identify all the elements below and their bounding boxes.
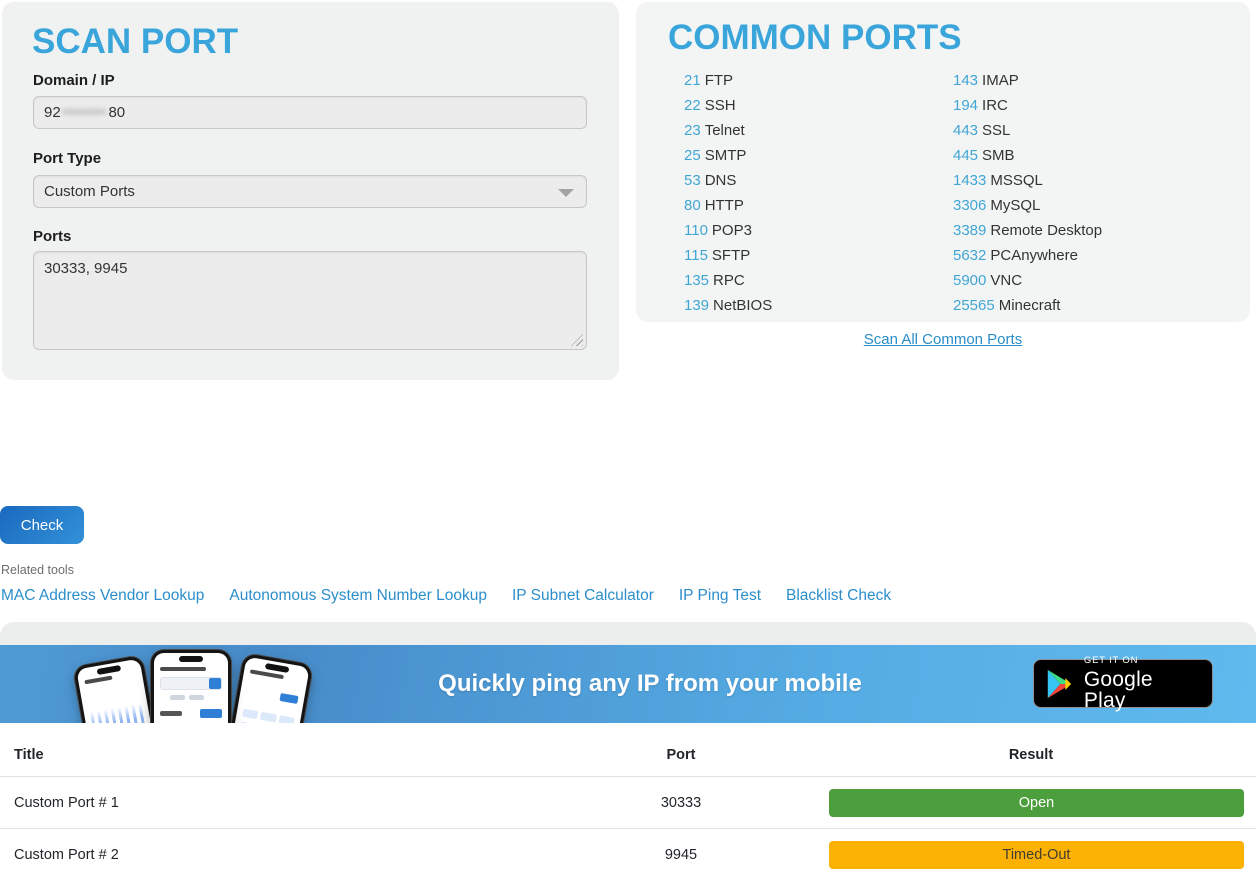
common-ports-column-2: 143IMAP 194IRC 443SSL 445SMB 1433MSSQL 3…	[953, 68, 1102, 318]
port-link-http[interactable]: 80HTTP	[684, 193, 772, 218]
banner-headline: Quickly ping any IP from your mobile	[438, 670, 862, 698]
header-port: Port	[556, 747, 806, 763]
port-link-pcanywhere[interactable]: 5632PCAnywhere	[953, 243, 1102, 268]
port-link-sftp[interactable]: 115SFTP	[684, 243, 772, 268]
phone-center-image	[151, 650, 231, 723]
row-title: Custom Port # 2	[0, 847, 556, 863]
related-tools-links: MAC Address Vendor Lookup Autonomous Sys…	[1, 587, 891, 605]
domain-ip-label: Domain / IP	[33, 72, 115, 89]
status-badge-open: Open	[829, 789, 1244, 817]
ports-textarea[interactable]: 30333, 9945	[33, 251, 587, 350]
results-header-row: Title Port Result	[0, 737, 1256, 777]
row-port: 30333	[556, 795, 806, 811]
google-play-badge[interactable]: GET IT ON Google Play	[1033, 659, 1213, 708]
ports-label: Ports	[33, 228, 71, 245]
header-result: Result	[806, 747, 1256, 763]
google-play-text: Google Play	[1084, 669, 1200, 711]
port-link-pop3[interactable]: 110POP3	[684, 218, 772, 243]
table-row: Custom Port # 2 9945 Timed-Out	[0, 829, 1256, 875]
port-link-minecraft[interactable]: 25565Minecraft	[953, 293, 1102, 318]
domain-ip-value-suffix: 80	[108, 104, 125, 121]
port-scan-page: SCAN PORT Domain / IP 92•••••••80 Port T…	[0, 0, 1256, 875]
port-link-smb[interactable]: 445SMB	[953, 143, 1102, 168]
phones-mockup-image	[85, 650, 305, 723]
resize-handle-icon[interactable]	[571, 334, 583, 346]
scan-all-common-ports-link[interactable]: Scan All Common Ports	[864, 331, 1022, 348]
port-link-irc[interactable]: 194IRC	[953, 93, 1102, 118]
scan-port-panel: SCAN PORT Domain / IP 92•••••••80 Port T…	[2, 2, 619, 380]
link-ip-ping-test[interactable]: IP Ping Test	[679, 587, 761, 605]
port-type-select[interactable]: Custom Ports	[33, 175, 587, 208]
domain-ip-value-prefix: 92	[44, 104, 61, 121]
mobile-app-banner: Quickly ping any IP from your mobile GET…	[0, 645, 1256, 723]
port-link-ftp[interactable]: 21FTP	[684, 68, 772, 93]
port-link-rpc[interactable]: 135RPC	[684, 268, 772, 293]
port-link-remote-desktop[interactable]: 3389Remote Desktop	[953, 218, 1102, 243]
port-type-label: Port Type	[33, 150, 101, 167]
phone-right-image	[219, 653, 313, 723]
google-play-icon	[1046, 669, 1073, 699]
port-type-selected-value: Custom Ports	[44, 183, 135, 200]
port-link-dns[interactable]: 53DNS	[684, 168, 772, 193]
domain-ip-value-masked: •••••••	[63, 104, 107, 121]
status-badge-timed-out: Timed-Out	[829, 841, 1244, 869]
related-tools-label: Related tools	[1, 563, 74, 577]
port-link-vnc[interactable]: 5900VNC	[953, 268, 1102, 293]
port-link-telnet[interactable]: 23Telnet	[684, 118, 772, 143]
common-ports-column-1: 21FTP 22SSH 23Telnet 25SMTP 53DNS 80HTTP…	[684, 68, 772, 318]
link-mac-address-vendor-lookup[interactable]: MAC Address Vendor Lookup	[1, 587, 204, 605]
link-asn-lookup[interactable]: Autonomous System Number Lookup	[229, 587, 487, 605]
common-ports-panel: COMMON PORTS 21FTP 22SSH 23Telnet 25SMTP…	[636, 2, 1250, 322]
scan-port-title: SCAN PORT	[32, 22, 238, 62]
port-link-ssh[interactable]: 22SSH	[684, 93, 772, 118]
port-link-ssl[interactable]: 443SSL	[953, 118, 1102, 143]
section-divider-strip	[0, 622, 1256, 645]
port-link-netbios[interactable]: 139NetBIOS	[684, 293, 772, 318]
scan-results-table: Title Port Result Custom Port # 1 30333 …	[0, 737, 1256, 875]
row-title: Custom Port # 1	[0, 795, 556, 811]
port-link-imap[interactable]: 143IMAP	[953, 68, 1102, 93]
check-button[interactable]: Check	[0, 506, 84, 544]
chevron-down-icon	[558, 189, 574, 197]
google-play-get-it-on-text: GET IT ON	[1084, 656, 1200, 666]
ports-value: 30333, 9945	[44, 260, 127, 277]
header-title: Title	[0, 747, 556, 763]
common-ports-title: COMMON PORTS	[668, 18, 962, 58]
port-link-smtp[interactable]: 25SMTP	[684, 143, 772, 168]
port-link-mysql[interactable]: 3306MySQL	[953, 193, 1102, 218]
table-row: Custom Port # 1 30333 Open	[0, 777, 1256, 829]
link-ip-subnet-calculator[interactable]: IP Subnet Calculator	[512, 587, 654, 605]
port-link-mssql[interactable]: 1433MSSQL	[953, 168, 1102, 193]
domain-ip-input[interactable]: 92•••••••80	[33, 96, 587, 129]
link-blacklist-check[interactable]: Blacklist Check	[786, 587, 891, 605]
row-port: 9945	[556, 847, 806, 863]
